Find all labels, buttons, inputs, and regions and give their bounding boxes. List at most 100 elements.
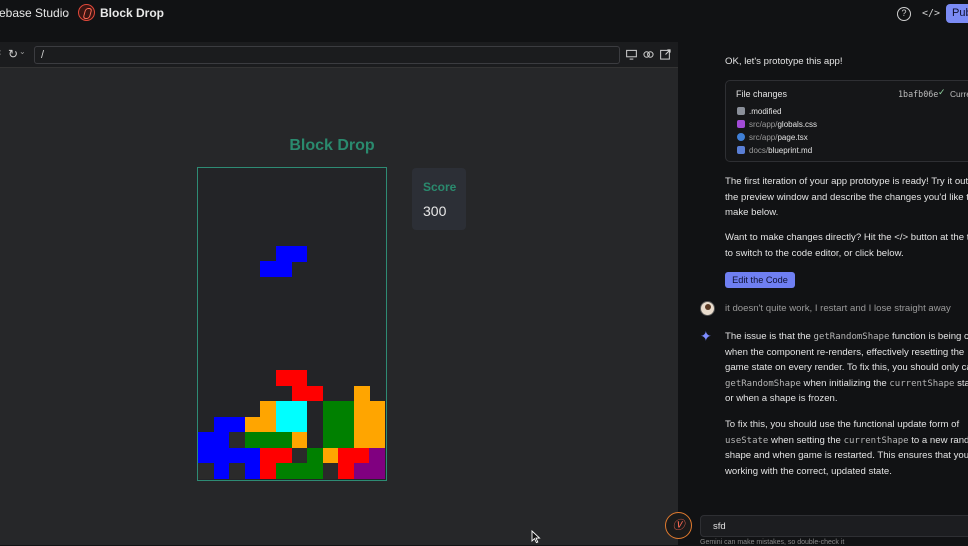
file-item[interactable]: .modified (737, 107, 781, 116)
board-cell (322, 447, 339, 464)
commit-status: Curre (950, 89, 968, 99)
board-cell (338, 401, 355, 417)
file-icon (737, 107, 745, 115)
board-cell (260, 401, 277, 417)
board-cell (260, 447, 277, 464)
breadcrumb-studio[interactable]: ebase Studio (0, 6, 69, 20)
board-cell (291, 385, 308, 402)
file-item[interactable]: src/app/globals.css (737, 120, 817, 129)
board-cell (275, 261, 292, 278)
board-cell (213, 416, 230, 433)
file-changes-card: File changes 1bafb06e ✓ Curre .modified … (725, 80, 968, 162)
chat-input[interactable] (700, 515, 968, 537)
board-cell (291, 245, 308, 262)
reply-line: The issue is that the getRandomShape fun… (725, 331, 968, 342)
markdown-file-icon (737, 146, 745, 154)
ready-line: make below. (725, 207, 779, 218)
reply-line: To fix this, you should use the function… (725, 419, 960, 430)
board-cell (322, 432, 339, 449)
file-item[interactable]: docs/blueprint.md (737, 146, 812, 155)
breadcrumb-app-name[interactable]: Block Drop (100, 6, 164, 20)
reply-line: when the component re-renders, effective… (725, 346, 965, 358)
top-bar: ebase Studio › Block Drop ? </> Pub (0, 0, 968, 30)
board-cell (322, 463, 339, 480)
reply-line: getRandomShape when initializing the cur… (725, 377, 968, 389)
direct-line: Want to make changes directly? Hit the <… (725, 232, 968, 243)
assistant-intro: OK, let's prototype this app! (725, 56, 843, 67)
help-icon[interactable]: ? (897, 7, 911, 21)
board-cell (369, 432, 386, 449)
device-preview-icon[interactable] (626, 49, 637, 60)
board-cell (369, 463, 386, 480)
board-cell (275, 245, 292, 262)
board-cell (338, 416, 355, 433)
board-cell (338, 463, 355, 480)
ready-line: The first iteration of your app prototyp… (725, 176, 968, 187)
board-cell (369, 447, 386, 464)
board-cell (291, 463, 308, 480)
board-cell (353, 447, 370, 464)
board-cell (275, 447, 292, 464)
board-cell (198, 463, 214, 480)
reload-menu-chevron-icon[interactable]: ⌄ (19, 47, 26, 56)
board-cell (260, 416, 277, 433)
score-label: Score (423, 180, 457, 194)
board-cell (275, 416, 292, 433)
check-icon: ✓ (938, 87, 946, 97)
board-cell (369, 416, 386, 433)
breadcrumb-separator-icon: › (65, 5, 70, 20)
edit-code-button[interactable]: Edit the Code (725, 272, 795, 288)
board-cell (291, 447, 308, 464)
board-cell (213, 463, 230, 480)
board-cell (229, 447, 245, 464)
code-view-icon[interactable]: </> (922, 7, 940, 21)
board-cell (244, 463, 261, 480)
mouse-cursor-icon (531, 530, 541, 544)
board-cell (229, 416, 245, 433)
open-external-icon[interactable] (660, 49, 671, 60)
reload-icon[interactable]: ↻ (8, 47, 18, 61)
collapse-chevron-icon[interactable]: ‹ (0, 47, 1, 58)
board-cell (229, 432, 245, 449)
user-message: it doesn't quite work, I restart and I l… (725, 303, 951, 314)
board-cell (291, 416, 308, 433)
reply-line: working with the correct, updated state. (725, 465, 892, 477)
board-cell (353, 463, 370, 480)
reply-line: useState when setting the currentShape t… (725, 434, 968, 446)
game-board[interactable] (197, 167, 387, 481)
board-cell (369, 401, 386, 417)
board-cell (275, 370, 292, 386)
board-cell (353, 416, 370, 433)
file-item[interactable]: src/app/page.tsx (737, 133, 808, 142)
file-changes-title: File changes (736, 89, 788, 99)
score-card: Score 300 (412, 168, 466, 230)
score-value: 300 (423, 203, 447, 219)
board-cell (213, 447, 230, 464)
board-cell (275, 401, 292, 417)
direct-line: to switch to the code editor, or click b… (725, 247, 904, 259)
reply-line: game state on every render. To fix this,… (725, 362, 968, 373)
board-cell (353, 432, 370, 449)
board-cell (244, 416, 261, 433)
board-cell (322, 401, 339, 417)
board-cell (229, 463, 245, 480)
board-cell (338, 432, 355, 449)
board-cell (322, 416, 339, 433)
react-file-icon (737, 133, 745, 141)
reply-line: or when a shape is frozen. (725, 393, 838, 404)
board-cell (198, 432, 214, 449)
board-cell (260, 261, 277, 278)
board-cell (244, 447, 261, 464)
board-cell (338, 447, 355, 464)
board-cell (353, 385, 370, 402)
game-title: Block Drop (289, 137, 375, 154)
board-cell (198, 447, 214, 464)
publish-button[interactable]: Pub (946, 4, 968, 23)
board-cell (307, 447, 323, 464)
link-icon[interactable] (643, 49, 654, 60)
css-file-icon (737, 120, 745, 128)
ready-line: the preview window and describe the chan… (725, 191, 968, 203)
board-cell (275, 463, 292, 480)
url-input[interactable] (34, 46, 620, 64)
commit-hash[interactable]: 1bafb06e (898, 89, 938, 99)
